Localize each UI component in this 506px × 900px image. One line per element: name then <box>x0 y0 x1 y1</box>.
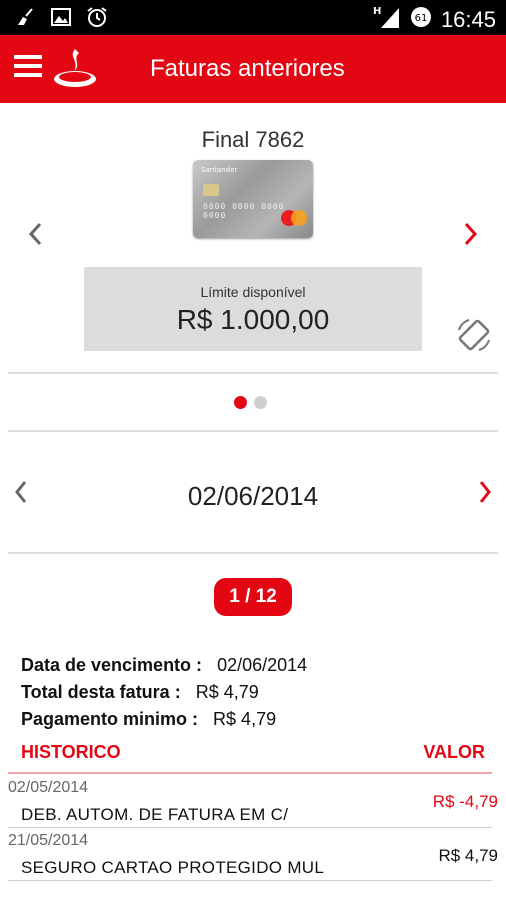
minimum-payment-line: Pagamento minimo : R$ 4,79 <box>21 709 276 730</box>
minimum-payment-value: R$ 4,79 <box>213 709 277 729</box>
row-description: SEGURO CARTAO PROTEGIDO MUL <box>21 858 325 877</box>
notification-icons <box>14 7 108 27</box>
minimum-payment-label: Pagamento minimo : <box>21 709 199 729</box>
card-brand: Santander <box>201 166 238 174</box>
header-underline <box>8 772 492 774</box>
date-next-button[interactable] <box>470 472 500 512</box>
rotate-screen-icon[interactable] <box>455 316 493 354</box>
status-bar: H 61 16:45 <box>0 0 506 35</box>
card-chip <box>203 184 219 196</box>
divider <box>8 430 498 432</box>
due-date-label: Data de vencimento : <box>21 655 203 675</box>
clean-icon <box>14 7 36 27</box>
card-prev-button[interactable] <box>20 214 50 254</box>
invoice-page-badge: 1 / 12 <box>214 578 292 616</box>
limit-label: Límite disponível <box>200 284 306 300</box>
chevron-left-icon <box>28 222 42 246</box>
history-column-header: HISTORICO <box>21 742 121 762</box>
total-value: R$ 4,79 <box>195 682 259 702</box>
limit-value: R$ 1.000,00 <box>176 304 330 335</box>
total-label: Total desta fatura : <box>21 682 181 702</box>
svg-text:H: H <box>373 6 381 17</box>
invoice-date: 02/06/2014 <box>187 481 319 511</box>
credit-card-image: Santander 0000 0000 0000 0000 <box>193 160 313 238</box>
svg-text:61: 61 <box>415 13 428 24</box>
row-date: 21/05/2014 <box>8 832 89 849</box>
battery-icon: 61 <box>409 5 433 34</box>
system-icons: H 61 16:45 <box>373 4 496 35</box>
row-value: R$ 4,79 <box>438 846 498 865</box>
divider <box>8 372 498 374</box>
row-divider <box>8 827 492 828</box>
app-bar: Faturas anteriores <box>0 35 506 103</box>
mastercard-logo <box>281 210 307 226</box>
pager-dot[interactable] <box>254 396 267 409</box>
row-value: R$ -4,79 <box>432 792 498 811</box>
available-limit-box: Límite disponível R$ 1.000,00 <box>84 267 422 351</box>
due-date-value: 02/06/2014 <box>217 655 308 675</box>
divider <box>8 552 498 554</box>
row-divider <box>8 880 492 881</box>
image-icon <box>50 7 72 27</box>
card-title: Final 7862 <box>201 127 305 152</box>
total-line: Total desta fatura : R$ 4,79 <box>21 682 259 703</box>
santander-logo[interactable] <box>52 47 98 89</box>
pager-dot-active[interactable] <box>234 396 247 409</box>
row-description: DEB. AUTOM. DE FATURA EM C/ <box>21 805 289 824</box>
chevron-right-icon <box>479 481 491 503</box>
alarm-icon <box>86 7 108 27</box>
card-pager-dots <box>234 396 267 409</box>
value-column-header: VALOR <box>423 742 485 762</box>
menu-icon[interactable] <box>14 55 42 83</box>
chevron-right-icon <box>464 222 478 246</box>
row-date: 02/05/2014 <box>8 779 89 796</box>
card-next-button[interactable] <box>456 214 486 254</box>
clock: 16:45 <box>440 6 496 32</box>
signal-icon: H <box>373 4 401 35</box>
page-title: Faturas anteriores <box>150 55 345 82</box>
due-date-line: Data de vencimento : 02/06/2014 <box>21 655 307 676</box>
